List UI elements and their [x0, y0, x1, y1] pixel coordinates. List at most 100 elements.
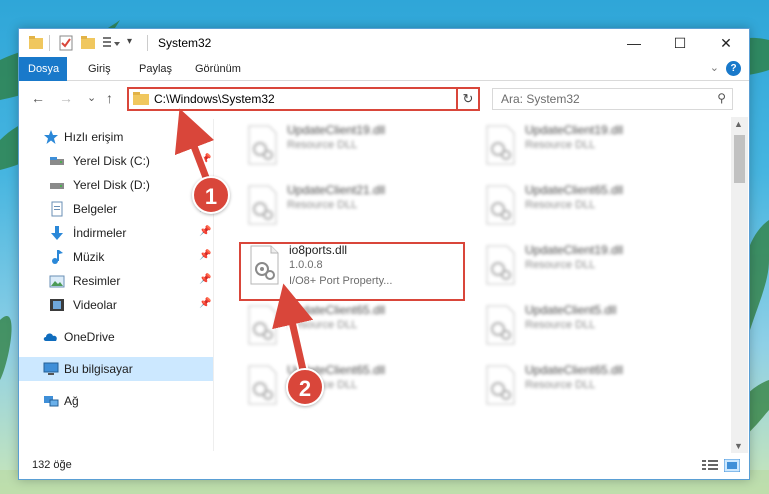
expand-ribbon-icon[interactable]: ⌄: [710, 61, 719, 74]
customize-toolbar-icon[interactable]: [103, 35, 121, 51]
sidebar-item-label: OneDrive: [64, 330, 115, 344]
network-icon: [44, 396, 59, 407]
pane-divider: [213, 119, 214, 451]
file-description: Resource DLL: [525, 199, 596, 211]
details-view-icon[interactable]: [702, 459, 718, 472]
address-bar[interactable]: C:\Windows\System32 ⌄: [127, 87, 478, 111]
file-explorer-window: ▾ System32 — ☐ ✕ Dosya Giriş Paylaş Görü…: [18, 28, 750, 480]
dll-file-icon: [486, 305, 515, 345]
new-folder-icon[interactable]: [81, 35, 95, 51]
file-description: Resource DLL: [525, 259, 596, 271]
pin-icon: 📌: [199, 154, 212, 165]
file-name: UpdateClient21.dll: [287, 183, 386, 197]
back-button[interactable]: ←: [31, 90, 45, 106]
cloud-icon: [43, 333, 57, 341]
file-item[interactable]: UpdateClient21.dll Resource DLL: [239, 179, 469, 235]
sidebar-item-videos[interactable]: Videolar 📌: [19, 293, 213, 317]
forward-button[interactable]: →: [59, 90, 73, 106]
dll-file-icon: [248, 305, 277, 345]
ribbon-tabs: Dosya Giriş Paylaş Görünüm ⌄ ?: [19, 57, 749, 81]
sidebar-item-quick-access[interactable]: Hızlı erişim: [19, 125, 213, 149]
sidebar-item-network[interactable]: Ağ: [19, 389, 213, 413]
item-count: 132 öğe: [32, 459, 72, 471]
tiles-view-icon[interactable]: [724, 459, 740, 472]
pictures-icon: [49, 275, 65, 288]
sidebar-item-pictures[interactable]: Resimler 📌: [19, 269, 213, 293]
close-button[interactable]: ✕: [703, 29, 749, 57]
document-icon: [51, 201, 63, 217]
file-description: Resource DLL: [525, 379, 596, 391]
sidebar-item-music[interactable]: Müzik 📌: [19, 245, 213, 269]
star-icon: [44, 130, 58, 144]
file-description: Resource DLL: [287, 139, 358, 151]
file-item[interactable]: UpdateClient65.dll Resource DLL: [239, 299, 469, 355]
music-icon: [52, 250, 63, 264]
sidebar-item-downloads[interactable]: İndirmeler 📌: [19, 221, 213, 245]
properties-icon[interactable]: [59, 35, 73, 51]
file-item[interactable]: UpdateClient65.dll Resource DLL: [239, 359, 469, 415]
dll-file-icon: [486, 185, 515, 225]
tab-giris[interactable]: Giriş: [79, 57, 120, 81]
pin-icon: 📌: [199, 298, 212, 309]
window-title: System32: [158, 36, 212, 50]
sidebar-item-documents[interactable]: Belgeler 📌: [19, 197, 213, 221]
navigation-pane: Hızlı erişim Yerel Disk (C:) 📌 Yerel Dis…: [19, 119, 213, 451]
scroll-up-icon[interactable]: ▲: [734, 119, 743, 129]
up-button[interactable]: ↑: [106, 90, 113, 106]
callout-step-2: 2: [286, 368, 324, 406]
search-icon: ⚲: [717, 91, 726, 105]
dll-file-icon: [248, 185, 277, 225]
search-input[interactable]: Ara: System32 ⚲: [492, 88, 733, 110]
address-path[interactable]: C:\Windows\System32: [154, 92, 275, 106]
pin-icon: 📌: [199, 274, 212, 285]
folder-icon: [29, 36, 43, 49]
file-name: UpdateClient5.dll: [525, 303, 617, 317]
file-item[interactable]: UpdateClient65.dll Resource DLL: [477, 179, 707, 235]
sidebar-item-label: Resimler: [73, 274, 121, 288]
sidebar-item-label: Belgeler: [73, 202, 118, 216]
sidebar-item-label: İndirmeler: [73, 226, 127, 240]
minimize-button[interactable]: —: [611, 29, 657, 57]
sidebar-item-label: Müzik: [73, 250, 105, 264]
recent-locations-button[interactable]: ⌄: [87, 91, 96, 104]
file-name: UpdateClient19.dll: [287, 123, 386, 137]
drive-icon: [50, 157, 64, 165]
search-placeholder: Ara: System32: [501, 92, 580, 106]
sidebar-item-label: Videolar: [73, 298, 117, 312]
file-item[interactable]: UpdateClient5.dll Resource DLL: [477, 299, 707, 355]
sidebar-item-label: Bu bilgisayar: [64, 362, 133, 376]
help-icon[interactable]: ?: [726, 61, 741, 76]
sidebar-item-onedrive[interactable]: OneDrive: [19, 325, 213, 349]
sidebar-item-label: Yerel Disk (C:): [73, 154, 150, 168]
file-description: Resource DLL: [287, 319, 358, 331]
quick-access-dropdown-icon[interactable]: ▾: [127, 36, 132, 47]
pin-icon: 📌: [199, 226, 212, 237]
sidebar-item-label: Yerel Disk (D:): [73, 178, 150, 192]
tab-gorunum[interactable]: Görünüm: [186, 57, 250, 81]
file-name: UpdateClient19.dll: [525, 123, 624, 137]
scroll-thumb[interactable]: [734, 135, 745, 183]
computer-icon: [43, 362, 59, 375]
file-description: Resource DLL: [525, 139, 596, 151]
dll-file-icon: [486, 125, 515, 165]
scroll-down-icon[interactable]: ▼: [734, 441, 743, 451]
file-item[interactable]: UpdateClient19.dll Resource DLL: [239, 119, 469, 175]
status-bar: 132 öğe: [19, 453, 749, 479]
vertical-scrollbar[interactable]: ▲ ▼: [731, 117, 748, 453]
file-description: Resource DLL: [287, 199, 358, 211]
tab-dosya[interactable]: Dosya: [19, 57, 67, 81]
file-item[interactable]: UpdateClient19.dll Resource DLL: [477, 119, 707, 175]
sidebar-item-local-disk-c[interactable]: Yerel Disk (C:) 📌: [19, 149, 213, 173]
dll-file-icon: [248, 125, 277, 165]
maximize-button[interactable]: ☐: [657, 29, 703, 57]
sidebar-item-local-disk-d[interactable]: Yerel Disk (D:) 📌: [19, 173, 213, 197]
file-item[interactable]: UpdateClient65.dll Resource DLL: [477, 359, 707, 415]
dll-file-icon: [486, 365, 515, 405]
refresh-button[interactable]: ↻: [456, 87, 480, 111]
callout-step-1: 1: [192, 176, 230, 214]
file-item[interactable]: UpdateClient19.dll Resource DLL: [477, 239, 707, 295]
navigation-bar: ← → ⌄ ↑ C:\Windows\System32 ⌄ ↻ Ara: Sys…: [19, 82, 749, 116]
sidebar-item-this-pc[interactable]: Bu bilgisayar: [19, 357, 213, 381]
download-icon: [51, 226, 63, 240]
tab-paylas[interactable]: Paylaş: [130, 57, 181, 81]
